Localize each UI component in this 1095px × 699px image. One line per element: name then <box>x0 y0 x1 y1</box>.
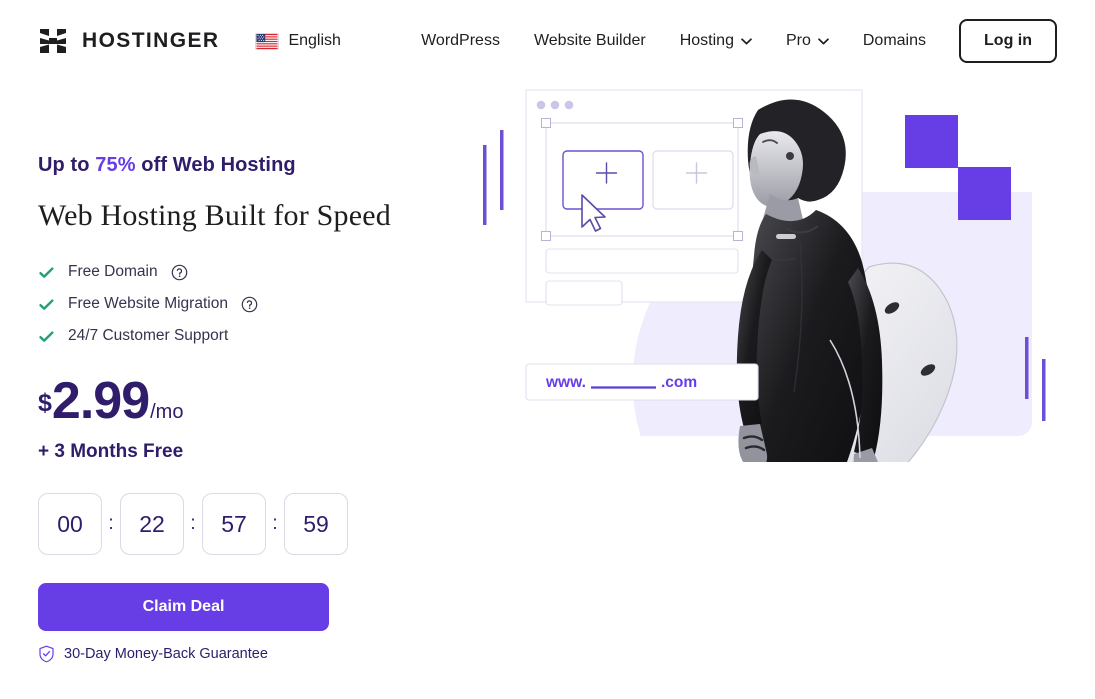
list-item: 24/7 Customer Support <box>38 327 468 345</box>
main-navigation: WordPress Website Builder Hosting Pro Do… <box>404 19 1057 63</box>
feature-label: 24/7 Customer Support <box>68 327 229 344</box>
nav-label: Hosting <box>679 32 734 49</box>
nav-item-website-builder[interactable]: Website Builder <box>517 22 663 60</box>
ear-bud <box>786 152 794 160</box>
list-item: Free Website Migration <box>38 295 468 313</box>
countdown-timer: 00 : 22 : 57 : 59 <box>38 493 468 555</box>
decorative-vertical-bars-left <box>483 130 504 225</box>
countdown-minutes: 57 <box>202 493 266 555</box>
help-icon[interactable] <box>171 264 188 281</box>
list-item: Free Domain <box>38 263 468 281</box>
nav-label: Domains <box>862 32 927 49</box>
check-icon <box>38 296 55 313</box>
page-title: Web Hosting Built for Speed <box>38 199 391 232</box>
domain-prefix-text: www. <box>545 374 586 391</box>
claim-deal-button[interactable]: Claim Deal <box>38 583 329 631</box>
nav-item-hosting[interactable]: Hosting <box>663 22 769 60</box>
window-dot <box>550 100 560 110</box>
check-icon <box>38 264 55 281</box>
hostinger-h-logo-icon <box>38 26 68 56</box>
check-icon <box>38 328 55 345</box>
countdown-separator: : <box>108 513 114 534</box>
nav-label: Pro <box>785 32 811 49</box>
shield-check-icon <box>38 645 55 663</box>
language-label: English <box>288 32 341 49</box>
hero-section: Up to 75% off Web Hosting Web Hosting Bu… <box>0 82 1095 663</box>
feature-label: Free Website Migration <box>68 295 228 312</box>
price-display: $ 2.99 /mo <box>38 375 468 427</box>
eyebrow-discount-percent: 75% <box>95 154 136 176</box>
price-currency: $ <box>38 389 52 417</box>
hero-illustration: www. .com <box>470 82 1080 699</box>
countdown-hours: 22 <box>120 493 184 555</box>
countdown-seconds: 59 <box>284 493 348 555</box>
countdown-separator: : <box>190 513 196 534</box>
guarantee-label: 30-Day Money-Back Guarantee <box>64 646 268 662</box>
bonus-months-label: + 3 Months Free <box>38 441 184 462</box>
login-button[interactable]: Log in <box>959 19 1057 63</box>
brand-name: HOSTINGER <box>82 29 220 52</box>
logo-patch <box>776 234 796 239</box>
chevron-down-icon <box>741 37 752 45</box>
us-flag-icon <box>255 32 280 50</box>
eyebrow-suffix: off Web Hosting <box>135 154 296 176</box>
promo-eyebrow: Up to 75% off Web Hosting <box>38 154 468 177</box>
nav-label: WordPress <box>421 32 500 49</box>
hero-copy-column: Up to 75% off Web Hosting Web Hosting Bu… <box>38 82 468 663</box>
countdown-days: 00 <box>38 493 102 555</box>
feature-list: Free Domain Free Website Migration 24/7 … <box>38 263 468 345</box>
placeholder-block <box>652 150 734 210</box>
domain-search-bar: www. .com <box>525 363 759 401</box>
price-period: /mo <box>150 401 184 423</box>
site-header: HOSTINGER English WordPress Website Buil… <box>0 0 1095 82</box>
eyebrow-prefix: Up to <box>38 154 96 176</box>
money-back-guarantee: 30-Day Money-Back Guarantee <box>38 645 468 663</box>
window-dot <box>536 100 546 110</box>
content-row-narrow <box>545 280 623 306</box>
chevron-down-icon <box>818 37 829 45</box>
nav-label: Website Builder <box>533 32 646 49</box>
countdown-separator: : <box>272 513 278 534</box>
brand-logo-link[interactable]: HOSTINGER <box>38 26 219 56</box>
feature-label: Free Domain <box>68 263 158 280</box>
window-dot <box>564 100 574 110</box>
placeholder-block-selected <box>562 150 644 210</box>
nav-item-pro[interactable]: Pro <box>769 22 846 60</box>
nav-item-wordpress[interactable]: WordPress <box>404 22 517 60</box>
content-row-wide <box>545 248 739 274</box>
help-icon[interactable] <box>241 296 258 313</box>
domain-suffix-text: .com <box>661 374 697 391</box>
price-amount: 2.99 <box>51 372 150 430</box>
nav-item-domains[interactable]: Domains <box>846 22 943 60</box>
language-selector[interactable]: English <box>255 32 341 50</box>
